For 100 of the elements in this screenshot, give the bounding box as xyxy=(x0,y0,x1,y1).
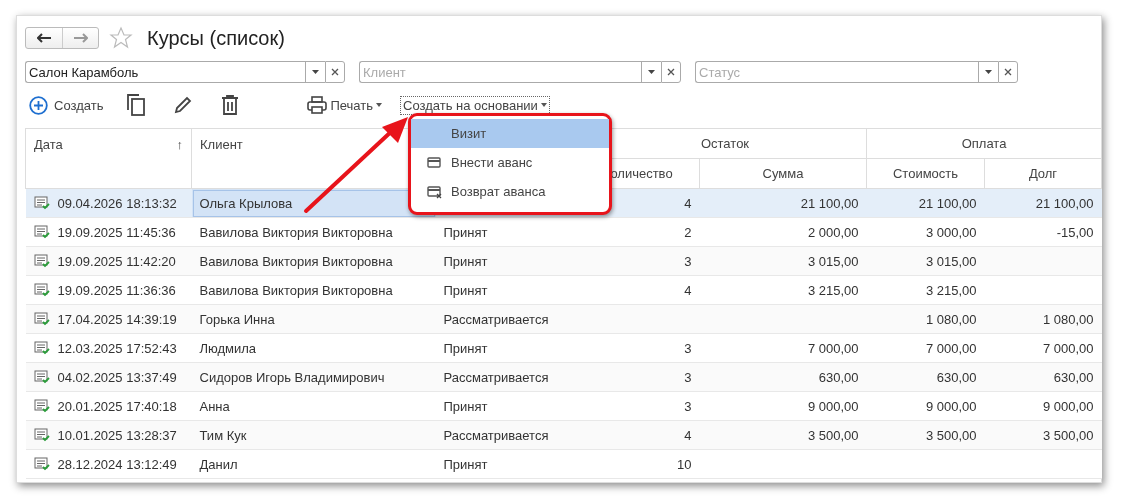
table-row[interactable]: 19.09.2025 11:36:36 Вавилова Виктория Викторовна Принят 4 3 215,00 3 215,00 xyxy=(25,275,1102,305)
clear-button[interactable] xyxy=(661,61,681,83)
caret-icon xyxy=(648,70,655,74)
column-header[interactable]: Сумма xyxy=(699,158,867,189)
table-cell: 3 500,00 xyxy=(866,420,985,450)
table-row[interactable]: 04.02.2025 13:37:49 Сидоров Игорь Владимирович Рассматривается 3 630,00 630,00 630,00 xyxy=(25,362,1102,392)
table-cell: 3 000,00 xyxy=(866,217,985,247)
table-cell: 3 500,00 xyxy=(984,420,1102,450)
column-group-header: Оплата xyxy=(866,128,1102,159)
table-row[interactable]: 19.09.2025 11:42:20 Вавилова Виктория Викторовна Принят 3 3 015,00 3 015,00 xyxy=(25,246,1102,276)
create-button[interactable]: Создать xyxy=(25,95,108,115)
table-cell: 7 000,00 xyxy=(984,333,1102,363)
window-title: Курсы (список) xyxy=(147,26,285,50)
table-cell: 3 215,00 xyxy=(699,275,867,305)
table-cell: 3 xyxy=(583,333,700,363)
close-icon xyxy=(1004,68,1012,76)
dropdown-button[interactable] xyxy=(641,61,661,83)
column-header[interactable]: Стоимость xyxy=(866,158,985,189)
table-cell: 10 xyxy=(583,449,700,479)
table-cell: 3 215,00 xyxy=(866,275,985,305)
date-text: 10.01.2025 13:28:37 xyxy=(57,427,177,443)
table-row[interactable]: 12.03.2025 17:52:43 Людмила Принят 3 7 000,00 7 000,00 7 000,00 xyxy=(25,333,1102,363)
printer-icon xyxy=(307,96,328,114)
clear-button[interactable] xyxy=(998,61,1018,83)
table-cell: Рассматривается xyxy=(435,304,584,334)
close-icon xyxy=(331,68,339,76)
date-text: 09.04.2026 18:13:32 xyxy=(57,195,177,211)
table-cell: Принят xyxy=(435,449,584,479)
date-text: 20.01.2025 17:40:18 xyxy=(57,398,177,414)
table-cell: 7 000,00 xyxy=(699,333,867,363)
print-button[interactable]: Печать xyxy=(303,96,386,114)
filter-field[interactable]: Клиент xyxy=(359,61,641,83)
table-row[interactable]: 20.01.2025 17:40:18 Анна Принят 3 9 000,00 9 000,00 9 000,00 xyxy=(25,391,1102,421)
star-icon[interactable] xyxy=(109,26,133,50)
date-text: 12.03.2025 17:52:43 xyxy=(57,340,177,356)
table-cell: Вавилова Виктория Викторовна xyxy=(191,275,436,305)
table-cell: 4 xyxy=(583,275,700,305)
arrow-left-icon xyxy=(37,33,51,43)
table-cell: Принят xyxy=(435,217,584,247)
table-cell: 630,00 xyxy=(984,362,1102,392)
table-cell: Вавилова Виктория Викторовна xyxy=(191,246,436,276)
clear-button[interactable] xyxy=(325,61,345,83)
document-check-icon xyxy=(33,196,50,210)
document-check-icon xyxy=(33,283,50,297)
date-text: 19.09.2025 11:42:20 xyxy=(57,253,176,269)
card-remove-icon xyxy=(427,184,442,199)
table-row[interactable]: 17.04.2025 14:39:19 Горька Инна Рассматривается 1 080,00 1 080,00 xyxy=(25,304,1102,334)
document-check-icon xyxy=(33,341,50,355)
document-check-icon xyxy=(33,457,50,471)
arrow-right-icon xyxy=(73,33,88,43)
table-cell: 9 000,00 xyxy=(699,391,867,421)
sort-arrow[interactable]: ↑ xyxy=(176,137,183,152)
table-cell: 3 xyxy=(583,246,700,276)
dropdown-button[interactable] xyxy=(978,61,998,83)
dropdown-button[interactable] xyxy=(305,61,325,83)
table-cell: Людмила xyxy=(191,333,436,363)
table-cell: Анна xyxy=(191,391,436,421)
table-row[interactable]: 19.09.2025 11:45:36 Вавилова Виктория Викторовна Принят 2 2 000,00 3 000,00 -15,00 xyxy=(25,217,1102,247)
table-cell: 3 500,00 xyxy=(699,420,867,450)
column-header[interactable]: Долг xyxy=(984,158,1102,189)
document-check-icon xyxy=(33,254,50,268)
table-cell: 3 015,00 xyxy=(699,246,867,276)
table-cell: 3 xyxy=(583,391,700,421)
table-cell: 630,00 xyxy=(699,362,867,392)
table-cell: Принят xyxy=(435,275,584,305)
filter-field[interactable]: Статус xyxy=(695,61,978,83)
table-cell: 1 080,00 xyxy=(866,304,985,334)
document-check-icon xyxy=(33,399,50,413)
table-cell: 21 100,00 xyxy=(699,188,867,218)
table-cell: 2 000,00 xyxy=(699,217,867,247)
table-cell: Рассматривается xyxy=(435,362,584,392)
table-cell: 21 100,00 xyxy=(984,188,1102,218)
document-check-icon xyxy=(33,370,50,384)
table-cell: 3 015,00 xyxy=(866,246,985,276)
table-cell: 9 000,00 xyxy=(866,391,985,421)
table-cell: Данил xyxy=(191,449,436,479)
document-check-icon xyxy=(33,428,50,442)
table-cell: Принят xyxy=(435,391,584,421)
date-text: 19.09.2025 11:36:36 xyxy=(57,282,176,298)
document-check-icon xyxy=(33,312,50,326)
table-cell: Принят xyxy=(435,333,584,363)
table-cell: 2 xyxy=(583,217,700,247)
caret-icon xyxy=(376,103,382,107)
table-cell: Принят xyxy=(435,246,584,276)
caret-icon xyxy=(985,70,992,74)
column-header[interactable]: Дата ↑ xyxy=(25,128,192,189)
menu-item[interactable]: Визит xyxy=(411,119,609,148)
table-cell: Сидоров Игорь Владимирович xyxy=(191,362,436,392)
table-cell: Рассматривается xyxy=(435,420,584,450)
filter-field[interactable]: Салон Карамболь xyxy=(25,61,305,83)
date-text: 04.02.2025 13:37:49 xyxy=(57,369,177,385)
date-text: 17.04.2025 14:39:19 xyxy=(57,311,177,327)
table-cell: 21 100,00 xyxy=(866,188,985,218)
table-cell: Горька Инна xyxy=(191,304,436,334)
table-row[interactable]: 10.01.2025 13:28:37 Тим Кук Рассматривается 4 3 500,00 3 500,00 3 500,00 xyxy=(25,420,1102,450)
table-row[interactable]: 28.12.2024 13:12:49 Данил Принят 10 xyxy=(25,449,1102,479)
caret-icon xyxy=(540,103,547,107)
table-cell: 7 000,00 xyxy=(866,333,985,363)
table-cell: -15,00 xyxy=(984,217,1102,247)
plus-circle-icon xyxy=(29,95,48,115)
